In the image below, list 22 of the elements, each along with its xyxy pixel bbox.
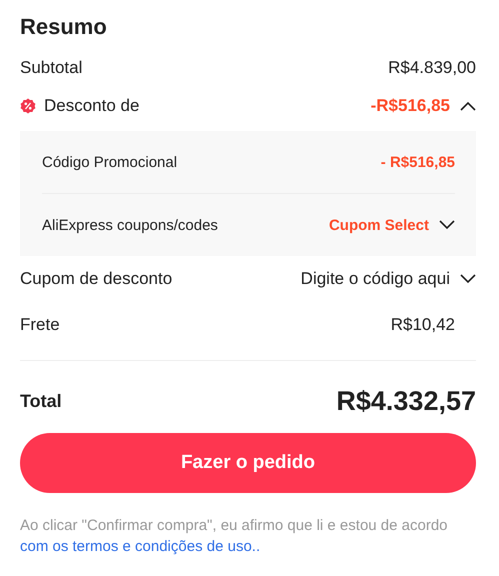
subtotal-label: Subtotal — [20, 58, 82, 78]
total-label: Total — [20, 390, 62, 412]
subtotal-value: R$4.839,00 — [388, 58, 476, 78]
chevron-down-icon[interactable] — [439, 220, 455, 230]
place-order-button[interactable]: Fazer o pedido — [20, 433, 476, 493]
discount-item-label: Código Promocional — [42, 154, 178, 170]
chevron-down-icon[interactable] — [460, 274, 476, 284]
discount-item-label: AliExpress coupons/codes — [42, 216, 218, 234]
discount-amount: - R$516,85 — [380, 154, 455, 170]
terms-link[interactable]: com os termos e condições de uso.. — [20, 538, 260, 555]
shipping-label: Frete — [20, 315, 60, 335]
coupon-select-value[interactable]: Cupom Select — [328, 216, 429, 234]
coupon-label: Cupom de desconto — [20, 269, 172, 289]
coupon-code-link[interactable]: Digite o código aqui — [300, 269, 450, 289]
discount-badge-icon — [20, 98, 36, 114]
summary-title: Resumo — [20, 14, 107, 40]
shipping-value: R$10,42 — [390, 315, 455, 335]
discount-label: Desconto de — [44, 96, 140, 116]
chevron-up-icon[interactable] — [460, 101, 476, 111]
terms-disclaimer: Ao clicar "Confirmar compra", eu afirmo que li e estou de acordo com os termos e condições de uso.. — [20, 516, 449, 557]
total-value: R$4.332,57 — [336, 386, 476, 416]
discount-total: -R$516,85 — [370, 96, 450, 116]
